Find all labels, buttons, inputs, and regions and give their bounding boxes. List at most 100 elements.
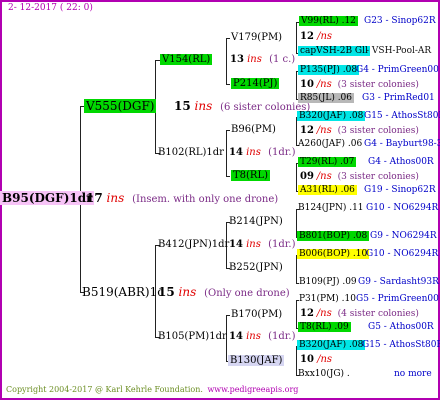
row-12-label[interactable]: A31(RL) .06 <box>298 185 357 195</box>
row-6-right: G3 - PrimRed01 <box>362 93 435 103</box>
b96-label[interactable]: B96(PM) <box>231 124 276 135</box>
connector-b102-b <box>226 176 230 177</box>
row-21-count: 10 <box>300 354 314 365</box>
p214-node[interactable]: P214(PJ) <box>231 78 280 89</box>
b102-note: (1dr.) <box>268 147 296 158</box>
row-11-note: (3 sister colonies) <box>337 172 419 182</box>
row-22-right: no more <box>394 369 432 379</box>
row-10-right: G4 - Athos00R <box>368 157 434 167</box>
row-15-label[interactable]: B006(BOP) .10 <box>297 249 370 259</box>
sire-node[interactable]: V555(DGF) <box>84 99 157 113</box>
b96-node[interactable]: B96(PM) <box>231 125 276 135</box>
b105-label[interactable]: B105(PM)1dr <box>158 331 227 342</box>
root-ins: 17 ins (Insem. with only one drone) <box>86 192 278 205</box>
footer-site[interactable]: www.pedigreeapis.org <box>207 385 298 394</box>
row-21-ins: /ns <box>317 354 333 365</box>
v154-note: (1 c.) <box>269 54 296 65</box>
row-7[interactable]: B320(JAF) .08 <box>297 111 366 121</box>
row-18-ins: /ns <box>316 308 332 319</box>
connector-b105-a <box>226 315 230 316</box>
dam-node[interactable]: B519(ABR)1c <box>82 286 164 298</box>
b130-label[interactable]: B130(JAF) <box>228 355 285 366</box>
row-9-right: G4 - Bayburt98-3 <box>364 139 440 149</box>
row-4-label[interactable]: P135(PJ) .08 <box>298 65 360 75</box>
sire-label[interactable]: V555(DGF) <box>84 99 157 113</box>
row-16[interactable]: B109(PJ) .09 <box>299 278 357 287</box>
row-6-label[interactable]: R85(JL) .06 <box>298 93 355 103</box>
row-19[interactable]: T8(RL) .09 <box>298 322 351 332</box>
row-14-label[interactable]: B801(BOP) .08 <box>297 231 370 241</box>
b252-label[interactable]: B252(JPN) <box>229 262 283 273</box>
root-node[interactable]: B95(DGF)1dr <box>0 191 95 205</box>
row-14-right: G9 - NO6294R <box>370 231 437 241</box>
dam-ins-count: 15 <box>158 285 175 299</box>
row-22-label[interactable]: Bxx10(JG) . <box>298 369 350 379</box>
row-15[interactable]: B006(BOP) .10 <box>297 249 370 259</box>
row-8-note: (3 sister colonies) <box>337 126 419 136</box>
row-10[interactable]: T29(RL) .07 <box>298 157 357 167</box>
b214-node[interactable]: B214(JPN) <box>229 217 283 227</box>
row-3-label[interactable]: capVSH-2B Gll <box>298 46 370 56</box>
v154-node[interactable]: V154(RL) <box>160 54 213 65</box>
b170-label[interactable]: B170(PM) <box>231 309 282 320</box>
dam-label[interactable]: B519(ABR)1c <box>82 285 164 299</box>
row-12-right: G19 - Sinop62R <box>364 185 436 195</box>
t8-node[interactable]: T8(RL) <box>231 170 271 181</box>
b102-node[interactable]: B102(RL)1dr <box>158 148 224 158</box>
row-4[interactable]: P135(PJ) .08 <box>298 65 360 75</box>
row-1[interactable]: V99(RL) .12 <box>299 16 358 26</box>
row-20-label[interactable]: B320(JAF) .08 <box>297 340 366 350</box>
v179-node[interactable]: V179(PM) <box>231 33 282 43</box>
footer-copyright-text: Copyright 2004-2017 @ Karl Kehrle Founda… <box>6 385 203 394</box>
t8-label[interactable]: T8(RL) <box>231 170 271 181</box>
p214-label[interactable]: P214(PJ) <box>231 78 280 89</box>
row-20[interactable]: B320(JAF) .08 <box>297 340 366 350</box>
b105-node[interactable]: B105(PM)1dr <box>158 332 227 342</box>
row-13-label[interactable]: B124(JPN) .11 <box>298 203 364 213</box>
connector-t8 <box>296 163 297 191</box>
row-16-label[interactable]: B109(PJ) .09 <box>299 277 357 287</box>
connector-b130 <box>296 346 297 375</box>
row-7-right: G15 - AthosSt80R <box>364 111 440 121</box>
row-18-note: (4 sister colonies) <box>337 309 419 319</box>
b102-ins-label: ins <box>246 147 261 158</box>
b170-node[interactable]: B170(PM) <box>231 310 282 320</box>
row-1-label[interactable]: V99(RL) .12 <box>299 16 358 26</box>
b412-node[interactable]: B412(JPN)1dr <box>158 240 229 250</box>
row-13-right: G10 - NO6294R <box>366 203 439 213</box>
row-19-label[interactable]: T8(RL) .09 <box>298 322 351 332</box>
row-22[interactable]: Bxx10(JG) . <box>298 370 350 379</box>
row-9[interactable]: A260(JAF) .06 <box>298 140 362 149</box>
row-16-right: G9 - Sardasht93R <box>358 277 439 287</box>
dam-ins-label: ins <box>178 285 197 299</box>
root-label[interactable]: B95(DGF)1dr <box>0 191 95 205</box>
row-2-count: 12 <box>300 31 314 42</box>
row-14[interactable]: B801(BOP) .08 <box>297 231 370 241</box>
row-7-label[interactable]: B320(JAF) .08 <box>297 111 366 121</box>
b102-label[interactable]: B102(RL)1dr <box>158 147 224 158</box>
row-17-label[interactable]: P31(PM) .10 <box>299 294 356 304</box>
b130-node[interactable]: B130(JAF) <box>228 355 285 366</box>
row-17[interactable]: P31(PM) .10 <box>299 295 356 304</box>
row-11: 09 /ns (3 sister colonies) <box>300 172 419 182</box>
b412-label[interactable]: B412(JPN)1dr <box>158 239 229 250</box>
row-6[interactable]: R85(JL) .06 <box>298 93 355 103</box>
row-5-ins: /ns <box>316 79 332 90</box>
row-18: 12 /ns (4 sister colonies) <box>300 309 419 319</box>
v154-ins-count: 13 <box>230 54 244 65</box>
row-13[interactable]: B124(JPN) .11 <box>298 204 364 213</box>
v154-label[interactable]: V154(RL) <box>160 54 213 65</box>
row-17-right: G5 - PrimGreen00 <box>356 294 439 304</box>
v179-label[interactable]: V179(PM) <box>231 32 282 43</box>
root-note: (Insem. with only one drone) <box>132 194 279 205</box>
b252-node[interactable]: B252(JPN) <box>229 263 283 273</box>
connector-b96 <box>296 117 297 145</box>
b412-ins: 14 ins (1dr.) <box>229 240 296 250</box>
b214-label[interactable]: B214(JPN) <box>229 216 283 227</box>
connector-p214 <box>296 71 297 99</box>
row-9-label[interactable]: A260(JAF) .06 <box>298 139 362 149</box>
row-10-label[interactable]: T29(RL) .07 <box>298 157 357 167</box>
dam-note: (Only one drone) <box>204 288 290 299</box>
row-12[interactable]: A31(RL) .06 <box>298 185 357 195</box>
row-3[interactable]: capVSH-2B Gll <box>298 46 370 56</box>
